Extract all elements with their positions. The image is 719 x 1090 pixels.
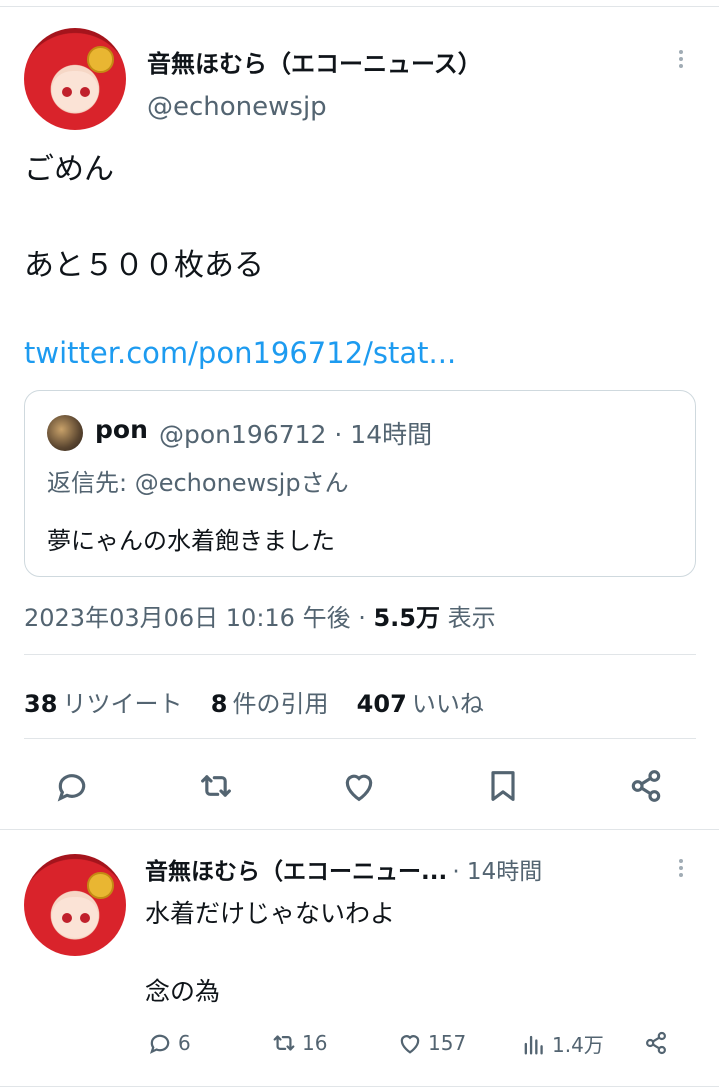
avatar[interactable] [24,28,126,130]
quote-reply-to: 返信先: @echonewsjpさん [47,469,349,497]
retweet-button[interactable]: 16 [270,1029,327,1057]
views-icon [524,1035,543,1054]
section-divider [0,829,719,830]
retweet-stat[interactable]: 38 リツイート [24,690,183,718]
reply-icon[interactable] [52,766,92,810]
reply-avatar[interactable] [24,854,126,956]
retweets-count: 38 [24,690,58,718]
reply-count: 6 [178,1031,191,1055]
reply-button[interactable]: 6 [146,1029,191,1057]
top-divider [0,6,719,7]
tweet-link[interactable]: twitter.com/pon196712/stat... [24,336,456,370]
retweets-label: リツイート [62,690,183,718]
views-count: 5.5万 [373,604,440,632]
tweet-meta: 2023年03月06日 10:16 午後 · 5.5万 表示 [24,598,496,633]
avatar-hairpin [87,46,114,73]
reply-icon [149,1034,170,1054]
avatar-face [51,896,99,938]
views-label: 表示 [447,604,496,632]
tweet-text-line-2: あと５００枚ある [24,248,264,283]
quote-name: pon [95,415,148,444]
timestamp[interactable]: 2023年03月06日 10:16 午後 · [24,604,366,632]
avatar-face [51,70,99,112]
quote-avatar [47,415,83,451]
reply-display-name[interactable]: 音無ほむら（エコーニュー... [145,859,447,885]
divider [24,654,696,655]
like-icon[interactable] [339,766,379,810]
likes-label: いいね [411,690,484,718]
divider [24,738,696,739]
retweet-icon [273,1035,295,1051]
like-stat[interactable]: 407 いいね [357,690,484,718]
more-icon[interactable] [677,856,685,880]
reply-time[interactable]: · 14時間 [452,859,542,885]
views-count: 1.4万 [552,1033,604,1057]
share-icon[interactable] [626,766,666,810]
share-icon[interactable] [642,1029,670,1061]
reply-header: 音無ほむら（エコーニュー... · 14時間 [145,852,542,886]
retweet-count: 16 [302,1031,328,1055]
quotes-label: 件の引用 [232,690,329,718]
reply-text-line-2: 念の為 [145,977,221,1006]
avatar-hairpin [87,872,114,899]
tweet-stats: 38 リツイート 8 件の引用 407 いいね [24,684,484,719]
reply-text-line-1: 水着だけじゃないわよ [145,899,396,928]
retweet-icon[interactable] [196,766,236,810]
views-button[interactable]: 1.4万 [520,1029,604,1058]
quotes-count: 8 [210,690,228,718]
quote-handle-time: @pon196712 · 14時間 [159,420,433,449]
like-count: 157 [428,1031,467,1055]
quoted-tweet[interactable]: pon @pon196712 · 14時間 返信先: @echonewsjpさん… [24,390,696,577]
user-handle[interactable]: @echonewsjp [147,92,327,122]
more-icon[interactable] [677,47,685,71]
like-icon [400,1035,420,1054]
bottom-divider [0,1086,719,1087]
tweet-text-line-1: ごめん [24,152,114,187]
likes-count: 407 [356,690,407,718]
quote-stat[interactable]: 8 件の引用 [211,690,329,718]
quote-text: 夢にゃんの水着飽きました [47,527,335,555]
like-button[interactable]: 157 [396,1029,466,1057]
bookmark-icon[interactable] [483,766,523,810]
display-name[interactable]: 音無ほむら（エコーニュース） [147,44,482,79]
